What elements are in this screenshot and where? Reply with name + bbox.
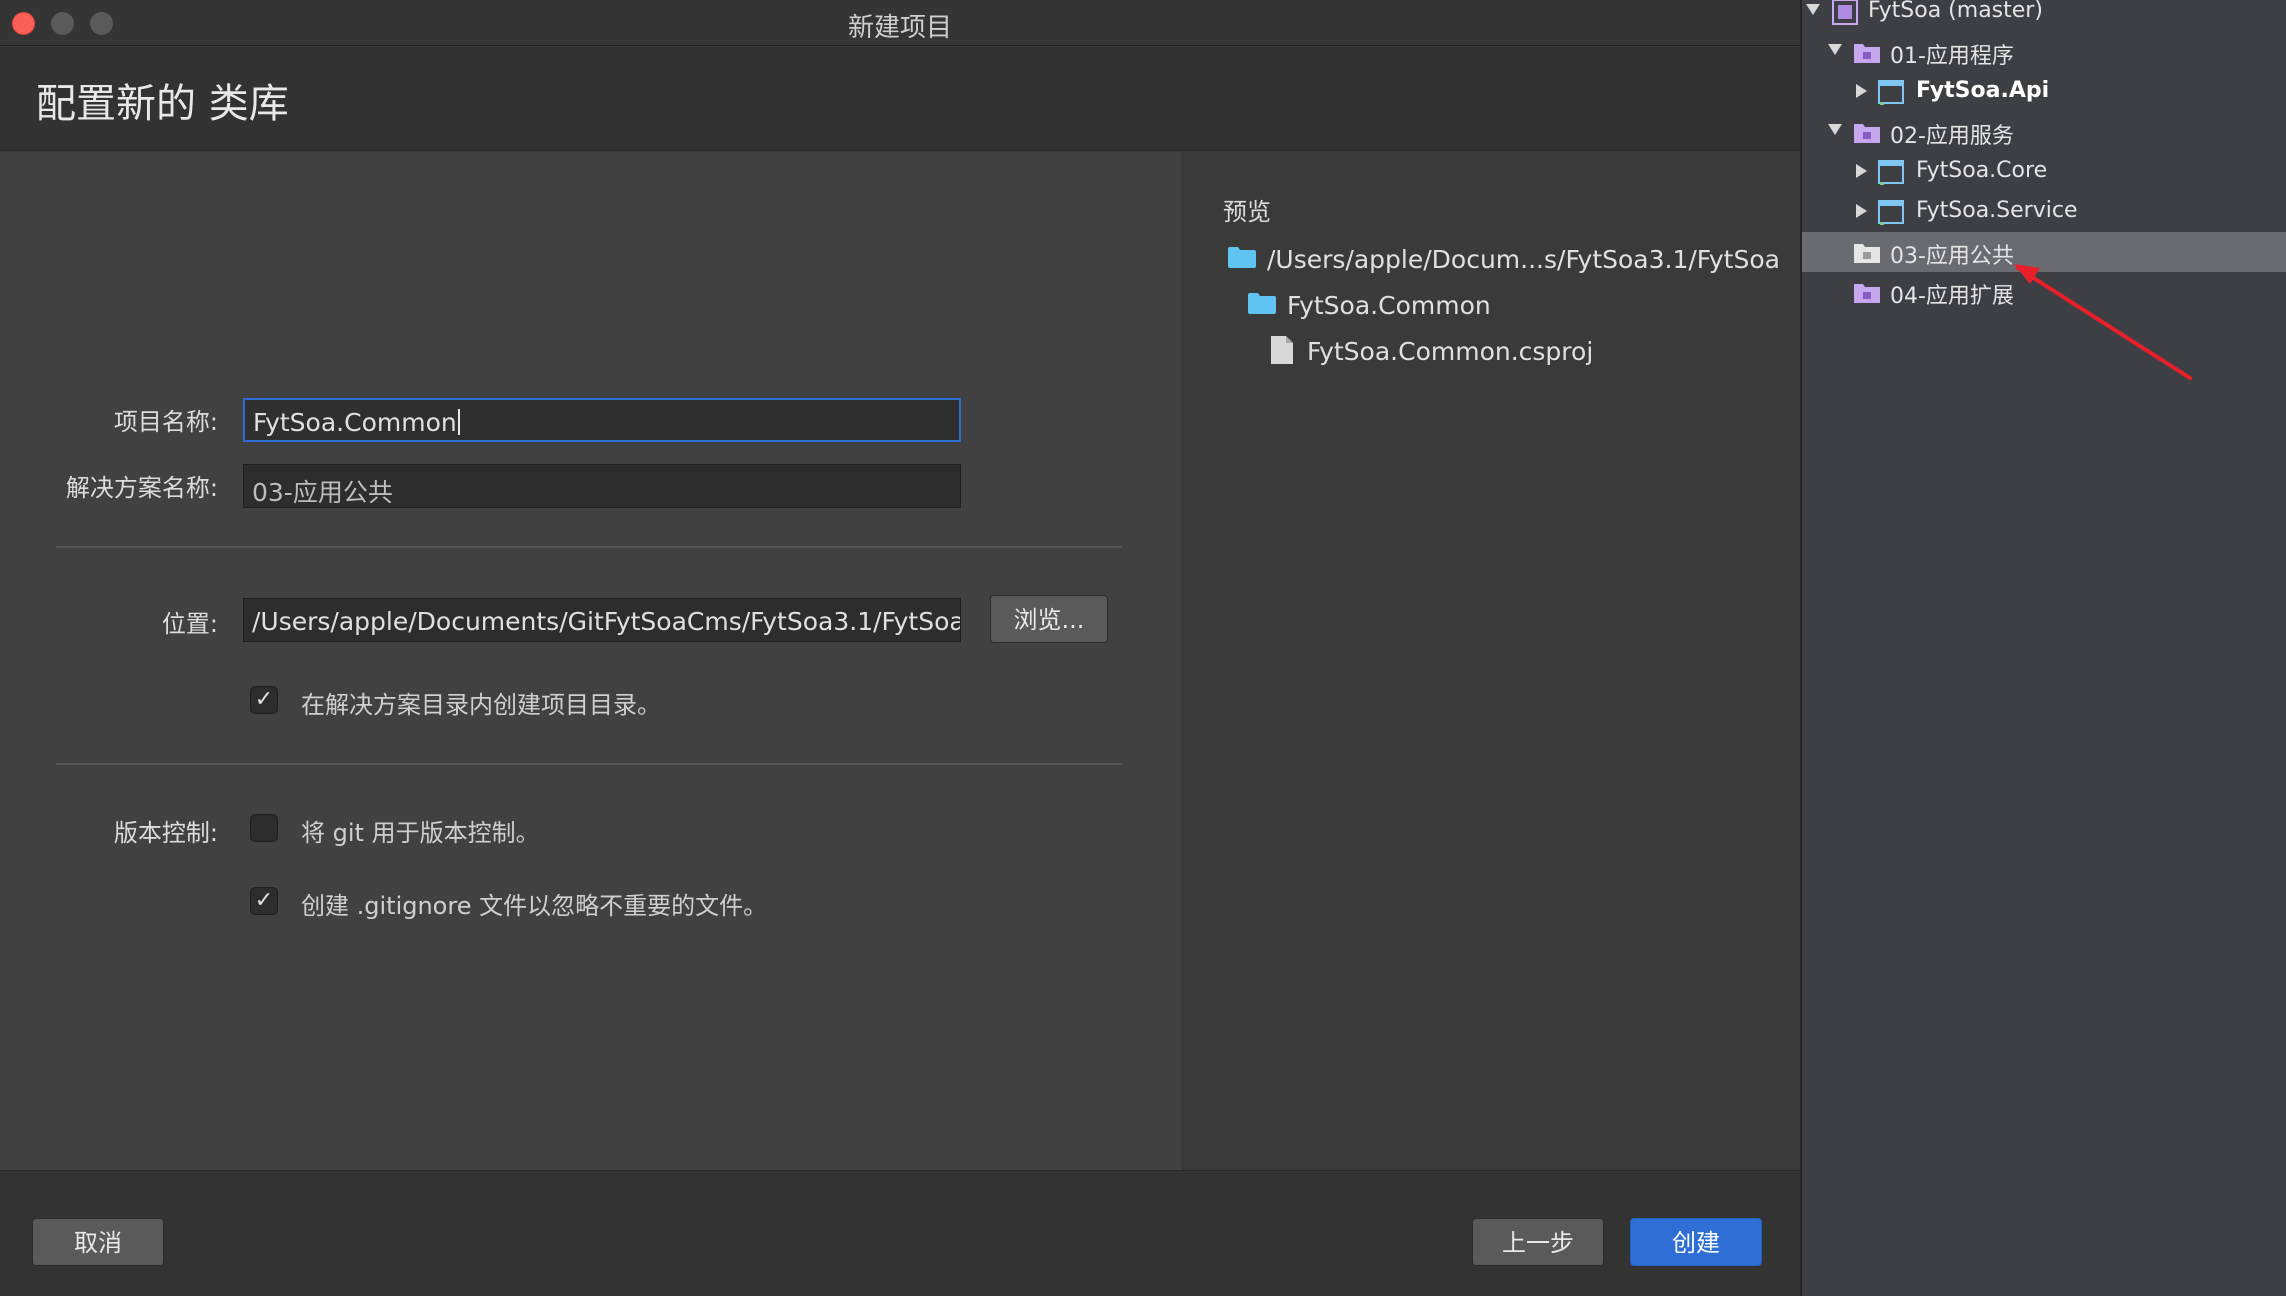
gitignore-label: 创建 .gitignore 文件以忽略不重要的文件。 — [301, 892, 768, 920]
preview-project-file: FytSoa.Common.csproj — [1307, 337, 1594, 366]
dialog-header: 配置新的 类库 — [0, 47, 1800, 151]
gitignore-checkbox[interactable]: ✓ — [250, 887, 278, 915]
create-button[interactable]: 创建 — [1630, 1218, 1762, 1266]
back-button[interactable]: 上一步 — [1472, 1218, 1604, 1266]
preview-panel: 预览 /Users/apple/Docum...s/FytSoa3.1/FytS… — [1182, 152, 1800, 1170]
text-caret — [457, 409, 460, 435]
cancel-button[interactable]: 取消 — [32, 1218, 164, 1266]
create-directory-label: 在解决方案目录内创建项目目录。 — [301, 691, 661, 719]
location-value: /Users/apple/Documents/GitFytSoaCms/FytS… — [252, 607, 961, 636]
browse-button[interactable]: 浏览... — [990, 595, 1108, 643]
separator — [56, 546, 1122, 548]
location-input[interactable]: /Users/apple/Documents/GitFytSoaCms/FytS… — [243, 598, 961, 642]
preview-project-folder: FytSoa.Common — [1287, 291, 1491, 320]
use-git-label: 将 git 用于版本控制。 — [301, 819, 540, 847]
use-git-checkbox[interactable] — [250, 814, 278, 842]
dialog-footer: 取消 上一步 创建 — [0, 1170, 1800, 1296]
solution-name-input[interactable]: 03-应用公共 — [243, 464, 961, 508]
project-name-input[interactable]: FytSoa.Common — [243, 398, 961, 442]
new-project-dialog: 新建项目 配置新的 类库 项目名称: FytSoa.Common 解决方案名称:… — [0, 0, 1800, 1296]
project-name-value: FytSoa.Common — [253, 408, 457, 437]
create-directory-checkbox[interactable]: ✓ — [250, 686, 278, 714]
annotation-arrow-icon — [2014, 264, 2192, 380]
solution-name-label: 解决方案名称: — [65, 474, 218, 502]
version-control-label: 版本控制: — [113, 819, 218, 847]
window-title: 新建项目 — [847, 13, 952, 43]
page-heading: 配置新的 类库 — [36, 81, 289, 127]
solution-name-value: 03-应用公共 — [252, 478, 393, 507]
configuration-form: 项目名称: FytSoa.Common 解决方案名称: 03-应用公共 位置: … — [0, 152, 1182, 1170]
separator — [56, 763, 1122, 765]
location-label: 位置: — [161, 610, 218, 638]
preview-title: 预览 — [1223, 198, 1271, 226]
title-bar: 新建项目 — [0, 0, 1800, 46]
folder-icon — [1248, 293, 1276, 314]
project-name-label: 项目名称: — [113, 408, 218, 436]
folder-icon — [1228, 247, 1256, 268]
checkmark-icon: ✓ — [254, 888, 274, 913]
checkmark-icon: ✓ — [254, 687, 274, 712]
file-icon — [1271, 336, 1293, 364]
solution-explorer: FytSoa (master) 01-应用程序 FytSoa.Api 02-应用… — [1800, 0, 2286, 1296]
preview-root-path: /Users/apple/Docum...s/FytSoa3.1/FytSoa — [1267, 245, 1780, 274]
